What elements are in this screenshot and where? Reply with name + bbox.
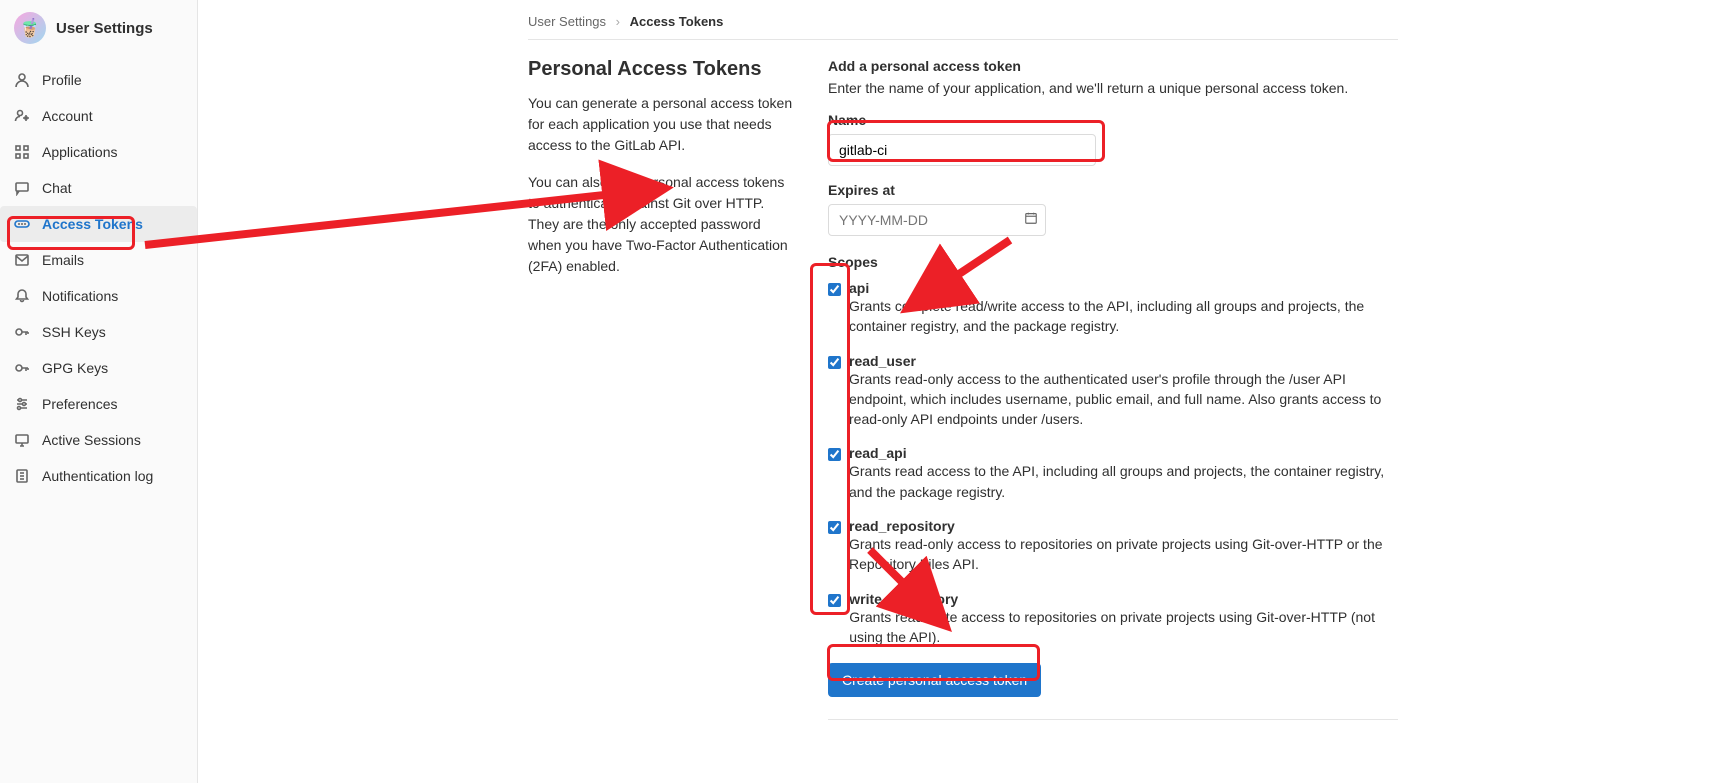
- scope-read_repository: read_repositoryGrants read-only access t…: [828, 518, 1398, 575]
- scope-desc: Grants read-write access to repositories…: [849, 607, 1398, 648]
- sidebar-item-ssh-keys[interactable]: SSH Keys: [0, 314, 197, 350]
- key-icon: [14, 324, 30, 340]
- intro-column: Personal Access Tokens You can generate …: [528, 58, 798, 738]
- sidebar-item-account[interactable]: Account: [0, 98, 197, 134]
- applications-icon: [14, 144, 30, 160]
- scopes-label: Scopes: [828, 254, 1398, 270]
- divider: [828, 719, 1398, 720]
- intro-paragraph-1: You can generate a personal access token…: [528, 93, 798, 156]
- name-label: Name: [828, 112, 1398, 128]
- scope-write_repository: write_repositoryGrants read-write access…: [828, 591, 1398, 648]
- log-icon: [14, 468, 30, 484]
- scope-desc: Grants complete read/write access to the…: [849, 296, 1398, 337]
- chat-icon: [14, 180, 30, 196]
- profile-icon: [14, 72, 30, 88]
- scope-desc: Grants read-only access to the authentic…: [849, 369, 1398, 430]
- sidebar-item-label: Notifications: [42, 288, 118, 304]
- sidebar-nav: Profile Account Applications Chat Access Tok…: [0, 56, 197, 494]
- form-column: Add a personal access token Enter the na…: [828, 58, 1398, 738]
- create-token-button[interactable]: Create personal access token: [828, 663, 1041, 697]
- scope-desc: Grants read-only access to repositories …: [849, 534, 1398, 575]
- scope-api-checkbox[interactable]: [828, 282, 841, 297]
- sidebar-item-authentication-log[interactable]: Authentication log: [0, 458, 197, 494]
- scope-desc: Grants read access to the API, including…: [849, 461, 1398, 502]
- sidebar-item-emails[interactable]: Emails: [0, 242, 197, 278]
- scope-write_repository-checkbox[interactable]: [828, 593, 841, 608]
- scope-label: api: [849, 280, 1398, 296]
- account-icon: [14, 108, 30, 124]
- scope-read_repository-checkbox[interactable]: [828, 520, 841, 535]
- sidebar-title: User Settings: [56, 20, 153, 37]
- sidebar-item-label: Chat: [42, 180, 72, 196]
- scope-api: apiGrants complete read/write access to …: [828, 280, 1398, 337]
- sidebar: 🧋 User Settings Profile Account Applicatio…: [0, 0, 198, 783]
- sidebar-item-access-tokens[interactable]: Access Tokens: [0, 206, 197, 242]
- content: User Settings › Access Tokens Personal A…: [198, 0, 1722, 783]
- sidebar-item-label: Applications: [42, 144, 118, 160]
- sidebar-item-label: Preferences: [42, 396, 117, 412]
- expires-input[interactable]: [828, 204, 1046, 236]
- name-input[interactable]: [828, 134, 1096, 166]
- sidebar-header: 🧋 User Settings: [0, 0, 197, 56]
- sidebar-item-preferences[interactable]: Preferences: [0, 386, 197, 422]
- email-icon: [14, 252, 30, 268]
- intro-paragraph-2: You can also use personal access tokens …: [528, 172, 798, 277]
- notif-icon: [14, 288, 30, 304]
- sidebar-item-label: SSH Keys: [42, 324, 106, 340]
- token-icon: [14, 216, 30, 232]
- sidebar-item-label: Access Tokens: [42, 216, 143, 232]
- sidebar-item-active-sessions[interactable]: Active Sessions: [0, 422, 197, 458]
- scope-read_api: read_apiGrants read access to the API, i…: [828, 445, 1398, 502]
- page-title: Personal Access Tokens: [528, 58, 798, 81]
- scope-label: write_repository: [849, 591, 1398, 607]
- sidebar-item-label: Emails: [42, 252, 84, 268]
- avatar: 🧋: [14, 12, 46, 44]
- sidebar-item-label: Profile: [42, 72, 82, 88]
- divider: [528, 39, 1398, 40]
- sidebar-item-label: Active Sessions: [42, 432, 141, 448]
- sidebar-item-gpg-keys[interactable]: GPG Keys: [0, 350, 197, 386]
- sidebar-item-label: Account: [42, 108, 93, 124]
- key-icon: [14, 360, 30, 376]
- sidebar-item-label: Authentication log: [42, 468, 153, 484]
- sidebar-item-profile[interactable]: Profile: [0, 62, 197, 98]
- scope-read_user-checkbox[interactable]: [828, 355, 841, 370]
- breadcrumb-current: Access Tokens: [630, 14, 724, 29]
- breadcrumb: User Settings › Access Tokens: [528, 14, 1398, 29]
- form-heading: Add a personal access token: [828, 58, 1398, 74]
- form-subheading: Enter the name of your application, and …: [828, 80, 1398, 96]
- breadcrumb-parent[interactable]: User Settings: [528, 14, 606, 29]
- sidebar-item-label: GPG Keys: [42, 360, 108, 376]
- sidebar-item-chat[interactable]: Chat: [0, 170, 197, 206]
- scopes-list: apiGrants complete read/write access to …: [828, 280, 1398, 647]
- calendar-icon[interactable]: [1024, 211, 1038, 228]
- sidebar-item-notifications[interactable]: Notifications: [0, 278, 197, 314]
- scope-read_user: read_userGrants read-only access to the …: [828, 353, 1398, 430]
- scope-label: read_api: [849, 445, 1398, 461]
- sidebar-item-applications[interactable]: Applications: [0, 134, 197, 170]
- chevron-right-icon: ›: [616, 14, 620, 29]
- scope-label: read_repository: [849, 518, 1398, 534]
- monitor-icon: [14, 432, 30, 448]
- expires-label: Expires at: [828, 182, 1398, 198]
- scope-label: read_user: [849, 353, 1398, 369]
- prefs-icon: [14, 396, 30, 412]
- scope-read_api-checkbox[interactable]: [828, 447, 841, 462]
